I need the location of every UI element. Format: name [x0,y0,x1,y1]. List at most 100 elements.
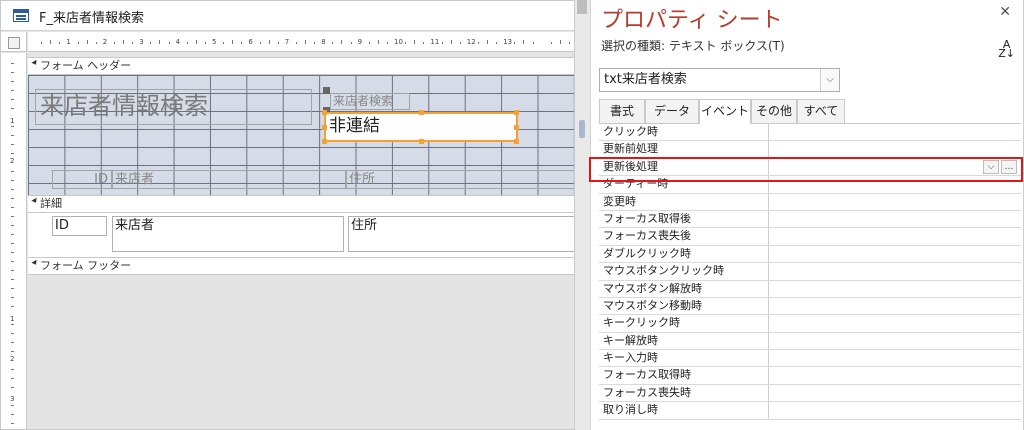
property-value[interactable] [769,194,1021,210]
property-row[interactable]: 更新後処理 ⌵… [599,158,1021,177]
property-value[interactable]: ⌵… [769,159,1021,175]
builder-button[interactable]: … [1001,159,1017,174]
ruler-tick [11,270,14,271]
ruler-tick [523,40,525,44]
resize-handle-bl[interactable] [322,139,327,144]
property-value[interactable] [769,298,1021,314]
detail-visitor-field[interactable]: 来店者 [112,216,344,252]
form-header-grid[interactable]: 来店者情報検索 来店者検索 非連結 ID 来店者 住所 [28,75,574,195]
property-row[interactable]: 取り消し時 [599,402,1021,420]
tab-all[interactable]: すべて [797,99,845,123]
resize-handle-bc[interactable] [419,139,424,144]
detail-grid[interactable]: ID 来店者 住所 [28,213,574,257]
property-value[interactable] [769,124,1021,140]
property-name: フォーカス取得時 [599,367,769,384]
ruler-tick [11,108,14,109]
selection-type-label: 選択の種類: テキスト ボックス(T) [601,39,785,53]
ruler-tick [11,99,14,100]
property-value[interactable] [769,141,1021,157]
ruler-tick [41,42,43,44]
property-value[interactable] [769,402,1021,418]
title-label[interactable]: 来店者情報検索 [35,89,312,125]
horizontal-ruler[interactable]: 1 2 3 4 5 6 7 8 9 10 11 12 13 [28,32,574,52]
property-value[interactable] [769,263,1021,279]
sort-az-icon[interactable]: A Z↓ [998,39,1015,59]
property-value[interactable] [769,246,1021,262]
property-name: キー解放時 [599,332,769,350]
resize-handle-tc[interactable] [419,110,424,115]
property-value[interactable] [769,315,1021,331]
property-name: 取り消し時 [599,402,769,419]
ruler-tick [277,42,279,44]
vertical-ruler[interactable]: 1 2 1 2 3 [1,53,27,429]
scrollbar-thumb[interactable] [577,0,587,14]
property-name: ダーティー時 [599,176,769,193]
ruler-tick [223,42,225,44]
property-row[interactable]: 更新前処理 [599,141,1021,159]
detail-id-field[interactable]: ID [52,216,107,236]
property-value[interactable] [769,333,1021,349]
ruler-tick [11,423,14,424]
property-value[interactable] [769,228,1021,244]
header-address-label[interactable]: 住所 [346,170,574,189]
property-row[interactable]: フォーカス喪失後 [599,228,1021,246]
tab-event[interactable]: イベント [699,99,751,124]
property-row[interactable]: ダブルクリック時 [599,245,1021,264]
object-selector-combo[interactable]: txt来店者検索 ⌵ [599,68,840,92]
ruler-tick [11,351,14,352]
ruler-tick [459,42,461,44]
property-value[interactable] [769,211,1021,227]
ruler-number: 2 [10,355,15,363]
form-selector[interactable] [1,32,27,52]
property-value[interactable] [769,281,1021,297]
section-bar-detail[interactable]: 詳細 [28,195,574,213]
detail-address-field[interactable]: 住所 [348,216,574,252]
property-value[interactable] [769,176,1021,192]
section-label-form-header: フォーム ヘッダー [40,59,132,72]
close-icon[interactable]: ✕ [999,4,1011,20]
ruler-tick [377,40,379,44]
property-row[interactable]: フォーカス喪失時 [599,384,1021,403]
property-row[interactable]: キー解放時 [599,332,1021,351]
property-row[interactable]: キー入力時 [599,350,1021,368]
search-textbox[interactable]: 非連結 [324,112,518,142]
property-row[interactable]: ダーティー時 [599,176,1021,194]
header-id-label[interactable]: ID [52,170,112,189]
property-row[interactable]: キークリック時 [599,315,1021,333]
property-value[interactable] [769,350,1021,366]
property-row[interactable]: マウスボタン移動時 [599,297,1021,316]
ruler-tick [532,42,534,44]
chevron-down-icon[interactable]: ⌵ [983,159,999,174]
tab-data[interactable]: データ [645,99,699,123]
property-row[interactable]: マウスボタンクリック時 [599,263,1021,281]
property-row[interactable]: クリック時 [599,124,1021,142]
header-visitor-label[interactable]: 来店者 [112,170,346,189]
ruler-tick [550,42,552,44]
property-name: キー入力時 [599,350,769,367]
tab-other[interactable]: その他 [751,99,797,123]
section-bar-form-footer[interactable]: フォーム フッター [28,257,574,275]
chevron-down-icon[interactable]: ⌵ [820,69,839,91]
property-row[interactable]: フォーカス取得時 [599,367,1021,385]
resize-handle-tr[interactable] [514,110,519,115]
resize-handle-tl[interactable] [322,110,327,115]
property-row[interactable]: フォーカス取得後 [599,210,1021,229]
resize-handle-ml[interactable] [322,125,327,130]
pane-splitter[interactable] [575,0,591,430]
ruler-tick [11,198,14,199]
property-name: ダブルクリック時 [599,245,769,263]
label-move-handle[interactable] [323,87,330,94]
property-value[interactable] [769,385,1021,401]
property-row[interactable]: マウスボタン解放時 [599,280,1021,298]
tab-format[interactable]: 書式 [599,99,645,123]
resize-handle-br[interactable] [514,139,519,144]
property-value[interactable] [769,367,1021,383]
section-bar-form-header[interactable]: フォーム ヘッダー [28,57,574,75]
ruler-tick [441,42,443,44]
search-label[interactable]: 来店者検索 [330,93,410,110]
document-tab[interactable]: F_来店者情報検索 [1,1,574,31]
ruler-tick [11,414,14,415]
property-row[interactable]: 変更時 [599,193,1021,211]
resize-handle-mr[interactable] [514,125,519,130]
ruler-tick [86,40,88,44]
